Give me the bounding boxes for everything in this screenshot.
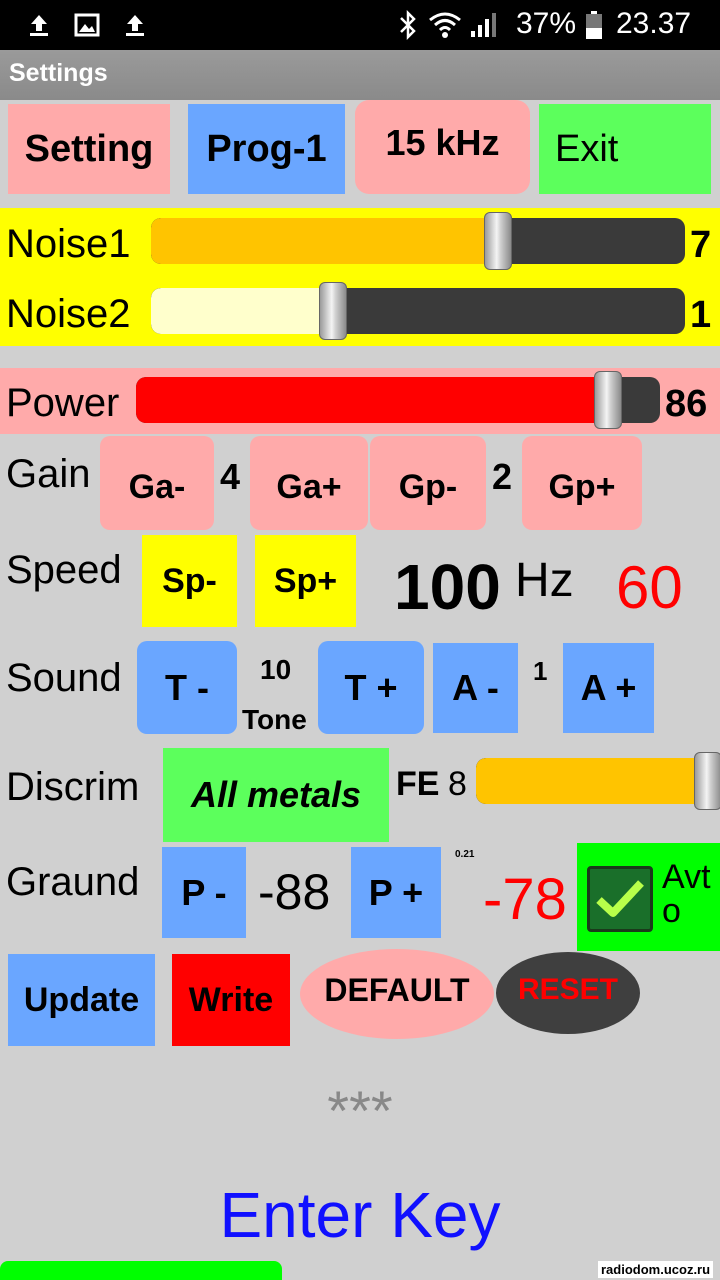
power-slider-thumb[interactable] — [594, 371, 622, 429]
sound-label: Sound — [6, 656, 122, 700]
noise1-slider-fill — [151, 218, 498, 264]
noise1-slider-thumb[interactable] — [484, 212, 512, 270]
power-value: 86 — [665, 383, 708, 425]
fe-label: FE — [396, 765, 440, 803]
discrim-slider[interactable] — [476, 758, 720, 804]
discrim-slider-fill — [476, 758, 708, 804]
speed-plus-button[interactable]: Sp+ — [255, 535, 356, 627]
ground-label: Graund — [6, 860, 140, 904]
tone-label: Tone — [242, 704, 307, 735]
speed-value: 100 — [394, 551, 501, 623]
tone-minus-button[interactable]: T - — [137, 641, 237, 734]
page-title: Settings — [9, 59, 108, 87]
power-slider-fill — [136, 377, 608, 423]
gain-gp-minus-button[interactable]: Gp- — [370, 436, 486, 530]
enter-key-label[interactable]: Enter Key — [0, 1178, 720, 1252]
noise2-slider[interactable] — [151, 288, 685, 334]
battery-percent: 37% — [516, 7, 577, 40]
reset-button[interactable]: RESET — [496, 952, 640, 1034]
noise2-label: Noise2 — [6, 292, 131, 336]
gain-ga-value: 4 — [220, 456, 241, 497]
speed-label: Speed — [6, 548, 122, 592]
power-label: Power — [6, 381, 120, 425]
gain-ga-plus-button[interactable]: Ga+ — [250, 436, 368, 530]
setting-button[interactable]: Setting — [8, 104, 170, 194]
speed-minus-button[interactable]: Sp- — [142, 535, 237, 627]
noise1-label: Noise1 — [6, 222, 131, 266]
volume-value: 1 — [533, 656, 548, 686]
volume-minus-button[interactable]: A - — [433, 643, 518, 733]
signal-icon — [468, 10, 498, 40]
ground-small-value: 0.21 — [455, 849, 475, 860]
write-button[interactable]: Write — [172, 954, 290, 1046]
check-icon[interactable] — [587, 866, 653, 932]
tone-value: 10 — [260, 654, 292, 685]
wifi-icon — [428, 10, 462, 40]
upload-icon — [120, 10, 150, 40]
discrim-label: Discrim — [6, 765, 140, 809]
exit-button[interactable]: Exit — [539, 104, 711, 194]
key-input-bar[interactable] — [0, 1261, 282, 1280]
volume-plus-button[interactable]: A + — [563, 643, 654, 733]
gain-ga-minus-button[interactable]: Ga- — [100, 436, 214, 530]
discrim-slider-thumb[interactable] — [694, 752, 720, 810]
bluetooth-icon — [393, 10, 423, 40]
gain-label: Gain — [6, 452, 91, 496]
speed-red-value: 60 — [616, 554, 683, 621]
ground-minus-button[interactable]: P - — [162, 847, 246, 938]
noise2-slider-thumb[interactable] — [319, 282, 347, 340]
gain-gp-value: 2 — [492, 456, 513, 497]
fe-value: 8 — [448, 765, 467, 803]
ground-red-value: -78 — [483, 867, 567, 932]
gain-gp-plus-button[interactable]: Gp+ — [522, 436, 642, 530]
noise1-value: 7 — [690, 224, 712, 266]
image-icon — [72, 10, 102, 40]
discrim-mode-button[interactable]: All metals — [163, 748, 389, 842]
prog-button[interactable]: Prog-1 — [188, 104, 345, 194]
update-button[interactable]: Update — [8, 954, 155, 1046]
key-mask: *** — [327, 1079, 393, 1142]
ground-plus-button[interactable]: P + — [351, 847, 441, 938]
status-bar — [0, 0, 720, 50]
power-slider[interactable] — [136, 377, 660, 423]
noise2-slider-fill — [151, 288, 333, 334]
default-button[interactable]: DEFAULT — [300, 949, 494, 1039]
tone-plus-button[interactable]: T + — [318, 641, 424, 734]
noise2-value: 1 — [690, 294, 712, 336]
watermark: radiodom.ucoz.ru — [598, 1261, 714, 1278]
frequency-button[interactable]: 15 kHz — [355, 100, 530, 194]
upload-icon — [24, 10, 54, 40]
auto-label: Avt o — [662, 858, 711, 930]
title-bar — [0, 50, 720, 100]
clock: 23.37 — [616, 7, 692, 40]
ground-value: -88 — [258, 864, 331, 920]
noise1-slider[interactable] — [151, 218, 685, 264]
speed-unit: Hz — [515, 554, 574, 607]
battery-icon — [582, 10, 606, 40]
